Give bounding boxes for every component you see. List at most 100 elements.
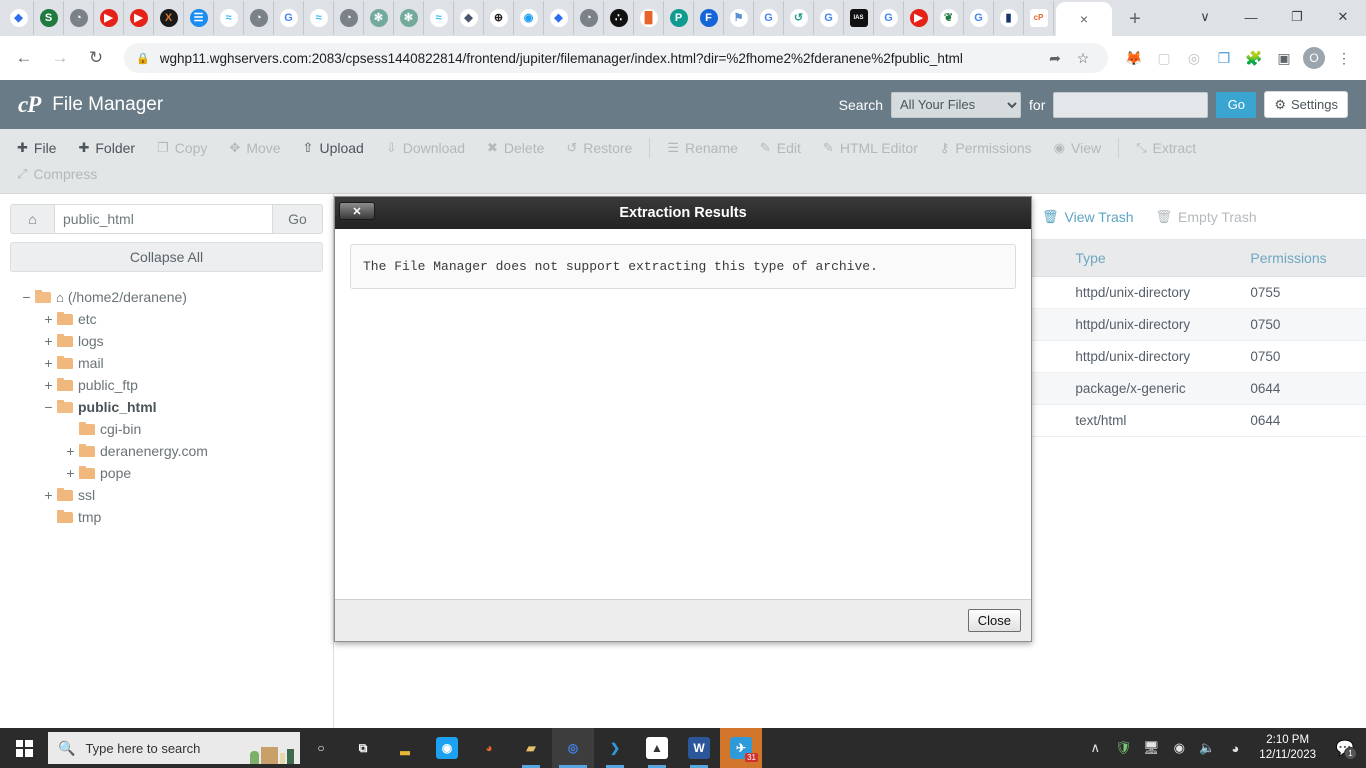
pinned-tab-13[interactable]: ✻: [394, 1, 424, 35]
screen-record-icon[interactable]: ◎: [1180, 44, 1208, 72]
column-header-permissions[interactable]: Permissions: [1242, 240, 1366, 277]
tree-node-pope[interactable]: + pope: [10, 462, 323, 484]
pinned-tab-28[interactable]: IAS: [844, 1, 874, 35]
pinned-tab-5[interactable]: X: [154, 1, 184, 35]
toolbar-file-button[interactable]: ✚ File: [6, 135, 67, 161]
taskbar-word-icon[interactable]: W: [678, 728, 720, 768]
tree-node-cgi-bin[interactable]: cgi-bin: [10, 418, 323, 440]
taskbar-clock[interactable]: 2:10 PM 12/11/2023: [1253, 733, 1322, 763]
pinned-tab-23[interactable]: F: [694, 1, 724, 35]
extensions-puzzle-icon[interactable]: 🧩: [1240, 44, 1268, 72]
pinned-tab-21[interactable]: █: [634, 1, 664, 35]
taskbar-firefox-icon[interactable]: ◕: [468, 728, 510, 768]
taskbar-photos-icon[interactable]: ▲: [636, 728, 678, 768]
url-text[interactable]: wghp11.wghservers.com:2083/cpsess1440822…: [160, 51, 1042, 66]
expand-icon[interactable]: +: [42, 487, 55, 503]
maximize-button[interactable]: ❐: [1274, 0, 1320, 34]
pinned-tab-6[interactable]: ☰: [184, 1, 214, 35]
tree-node-tmp[interactable]: tmp: [10, 506, 323, 528]
path-go-button[interactable]: Go: [273, 204, 323, 234]
pinned-tab-7[interactable]: ≈: [214, 1, 244, 35]
taskbar-power-bi-icon[interactable]: ▂: [384, 728, 426, 768]
search-scope-select[interactable]: All Your FilesThis DirectorySub-Director…: [891, 91, 1022, 118]
pinned-tab-14[interactable]: ≈: [424, 1, 454, 35]
pinned-tab-30[interactable]: ▶: [904, 1, 934, 35]
expand-icon[interactable]: +: [64, 465, 77, 481]
address-bar[interactable]: 🔒 wghp11.wghservers.com:2083/cpsess14408…: [124, 43, 1108, 73]
pinned-tab-16[interactable]: ⊕: [484, 1, 514, 35]
taskbar-telegram-icon[interactable]: ✈ 31: [720, 728, 762, 768]
new-tab-button[interactable]: +: [1118, 2, 1152, 36]
display-icon[interactable]: 🖥: [1141, 740, 1161, 756]
pinned-tab-32[interactable]: G: [964, 1, 994, 35]
pinned-tab-0[interactable]: ◆: [4, 1, 34, 35]
tree-node-logs[interactable]: + logs: [10, 330, 323, 352]
share-icon[interactable]: ➦: [1042, 50, 1068, 67]
path-input[interactable]: [54, 204, 273, 234]
pinned-tab-20[interactable]: ∴: [604, 1, 634, 35]
pinned-tab-9[interactable]: G: [274, 1, 304, 35]
expand-icon[interactable]: +: [42, 355, 55, 371]
wifi-icon[interactable]: ◕: [1225, 741, 1245, 756]
taskbar-file-explorer-icon[interactable]: ▰: [510, 728, 552, 768]
profile-avatar[interactable]: O: [1300, 44, 1328, 72]
pinned-tab-2[interactable]: ◔: [64, 1, 94, 35]
pinned-tab-24[interactable]: ⚑: [724, 1, 754, 35]
expand-icon[interactable]: +: [42, 311, 55, 327]
expand-icon[interactable]: +: [64, 443, 77, 459]
volume-icon[interactable]: 🔈: [1197, 740, 1217, 756]
forward-icon[interactable]: →: [44, 42, 76, 74]
tree-node---home2-deranene-[interactable]: − ⌂ (/home2/deranene): [10, 286, 323, 308]
pinned-tab-4[interactable]: ▶: [124, 1, 154, 35]
settings-button[interactable]: ⚙ Settings: [1264, 91, 1348, 118]
expand-icon[interactable]: +: [42, 377, 55, 393]
pinned-tab-27[interactable]: G: [814, 1, 844, 35]
windows-start-button[interactable]: [0, 728, 48, 768]
tab-search-icon[interactable]: ∨: [1182, 0, 1228, 34]
taskbar-google-chrome-icon[interactable]: ◎: [552, 728, 594, 768]
tree-node-ssl[interactable]: + ssl: [10, 484, 323, 506]
tab-close-icon[interactable]: ×: [1080, 12, 1088, 26]
active-tab[interactable]: ×: [1056, 2, 1112, 36]
bookmark-star-icon[interactable]: ☆: [1070, 50, 1096, 67]
pinned-tab-31[interactable]: ❦: [934, 1, 964, 35]
reload-icon[interactable]: ↻: [80, 42, 112, 74]
pinned-tab-15[interactable]: ◆: [454, 1, 484, 35]
minimize-button[interactable]: —: [1228, 0, 1274, 34]
grammarly-icon[interactable]: ▢: [1150, 44, 1178, 72]
pinned-tab-25[interactable]: G: [754, 1, 784, 35]
pinned-tab-17[interactable]: ◉: [514, 1, 544, 35]
pinned-tab-33[interactable]: ▮: [994, 1, 1024, 35]
tray-chevron-icon[interactable]: ∧: [1085, 740, 1105, 756]
metamask-fox-icon[interactable]: 🦊: [1120, 44, 1148, 72]
tree-node-etc[interactable]: + etc: [10, 308, 323, 330]
notification-icon[interactable]: 💬 1: [1330, 728, 1360, 768]
tree-node-public-html[interactable]: − public_html: [10, 396, 323, 418]
taskbar-vscode-icon[interactable]: ❯: [594, 728, 636, 768]
tree-node-mail[interactable]: + mail: [10, 352, 323, 374]
back-icon[interactable]: ←: [8, 42, 40, 74]
search-go-button[interactable]: Go: [1216, 91, 1257, 118]
sidepanel-icon[interactable]: ▣: [1270, 44, 1298, 72]
pinned-tab-1[interactable]: S: [34, 1, 64, 35]
tree-node-public-ftp[interactable]: + public_ftp: [10, 374, 323, 396]
view-trash-button[interactable]: 🗑 View Trash: [1034, 205, 1142, 229]
pinned-tab-19[interactable]: ◔: [574, 1, 604, 35]
camera-icon[interactable]: ◉: [1169, 740, 1189, 756]
pinned-tab-8[interactable]: ◔: [244, 1, 274, 35]
pinned-tab-11[interactable]: ◔: [334, 1, 364, 35]
pinned-tab-34[interactable]: cP: [1024, 1, 1054, 35]
column-header-type[interactable]: Type: [1067, 240, 1243, 277]
copy-tabs-icon[interactable]: ❐: [1210, 44, 1238, 72]
pinned-tab-10[interactable]: ≈: [304, 1, 334, 35]
collapse-all-button[interactable]: Collapse All: [10, 242, 323, 272]
close-button[interactable]: Close: [967, 609, 1021, 632]
search-input[interactable]: [1053, 91, 1209, 118]
close-window-button[interactable]: ✕: [1320, 0, 1366, 34]
pinned-tab-29[interactable]: G: [874, 1, 904, 35]
pinned-tab-12[interactable]: ✻: [364, 1, 394, 35]
tree-node-deranenergy-com[interactable]: + deranenergy.com: [10, 440, 323, 462]
collapse-icon[interactable]: −: [42, 399, 55, 415]
pinned-tab-3[interactable]: ▶: [94, 1, 124, 35]
taskbar-task-view-icon[interactable]: ⧉: [342, 728, 384, 768]
